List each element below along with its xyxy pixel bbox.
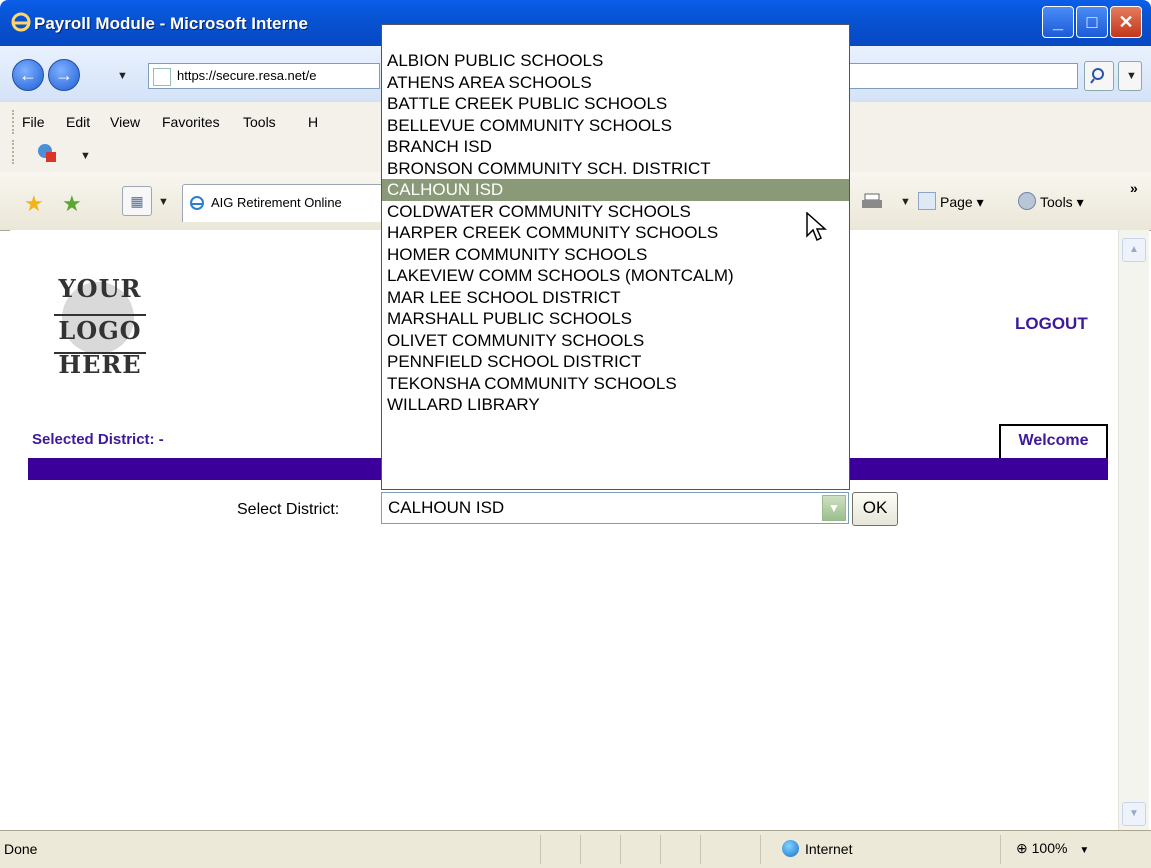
back-arrow-icon: ← — [19, 65, 37, 85]
scroll-up-icon[interactable]: ▲ — [1122, 238, 1146, 262]
add-favorite-icon[interactable]: ★ — [62, 191, 82, 217]
list-item[interactable]: ATHENS AREA SCHOOLS — [382, 72, 849, 94]
list-item[interactable]: TEKONSHA COMMUNITY SCHOOLS — [382, 373, 849, 395]
status-divider — [580, 835, 581, 864]
search-button[interactable] — [1084, 61, 1114, 91]
history-dropdown-icon[interactable]: ▼ — [117, 70, 128, 82]
menu-view[interactable]: View — [110, 114, 140, 130]
window-title: Payroll Module - Microsoft Interne — [34, 14, 308, 33]
ok-button[interactable]: OK — [852, 492, 898, 526]
minimize-button[interactable]: _ — [1042, 6, 1074, 38]
logo: YOUR LOGO HERE — [50, 270, 150, 390]
zoom-level: 100% — [1031, 840, 1068, 856]
chevron-down-icon: ▼ — [1079, 845, 1090, 856]
scroll-down-icon[interactable]: ▼ — [1122, 802, 1146, 826]
list-item[interactable]: ALBION PUBLIC SCHOOLS — [382, 50, 849, 72]
zoom-icon: ⊕ — [1016, 840, 1028, 856]
internet-explorer-icon — [11, 12, 31, 32]
security-zone[interactable]: Internet — [782, 840, 852, 857]
page-icon — [153, 68, 171, 86]
maximize-button[interactable]: □ — [1076, 6, 1108, 38]
internet-explorer-icon — [190, 196, 204, 210]
status-bar: Done Internet ⊕ 100% ▼ — [0, 830, 1151, 868]
search-icon — [1090, 68, 1104, 84]
tab-title: AIG Retirement Online — [211, 195, 342, 210]
address-url: https://secure.resa.net/e — [177, 68, 317, 83]
status-divider — [540, 835, 541, 864]
menu-file[interactable]: File — [22, 114, 45, 130]
list-item-highlighted[interactable]: CALHOUN ISD — [382, 179, 849, 201]
status-divider — [760, 835, 761, 864]
list-item[interactable]: BATTLE CREEK PUBLIC SCHOOLS — [382, 93, 849, 115]
selected-district-label: Selected District: - — [32, 431, 164, 448]
page-menu[interactable]: Page ▾ — [918, 192, 984, 211]
district-dropdown-list[interactable]: ALBION PUBLIC SCHOOLS ATHENS AREA SCHOOL… — [381, 24, 850, 490]
chevron-down-icon[interactable]: ▼ — [80, 150, 91, 162]
maximize-icon: □ — [1086, 12, 1098, 32]
list-item[interactable]: LAKEVIEW COMM SCHOOLS (MONTCALM) — [382, 265, 849, 287]
quick-tabs-button[interactable]: ▦ — [122, 186, 152, 216]
page-menu-label: Page ▾ — [940, 194, 984, 210]
print-dropdown-icon[interactable]: ▼ — [900, 196, 911, 208]
tools-menu[interactable]: Tools ▾ — [1018, 192, 1084, 211]
list-item[interactable]: BRONSON COMMUNITY SCH. DISTRICT — [382, 158, 849, 180]
search-options-button[interactable]: ▼ — [1118, 61, 1142, 91]
tab-welcome[interactable]: Welcome — [999, 424, 1108, 458]
chevron-down-icon[interactable]: ▼ — [822, 495, 846, 521]
close-button[interactable]: ✕ — [1110, 6, 1142, 38]
status-text: Done — [4, 841, 38, 857]
list-item[interactable]: PENNFIELD SCHOOL DISTRICT — [382, 351, 849, 373]
list-item[interactable]: MARSHALL PUBLIC SCHOOLS — [382, 308, 849, 330]
list-item[interactable]: MAR LEE SCHOOL DISTRICT — [382, 287, 849, 309]
print-icon[interactable] — [860, 192, 884, 212]
toolbar-grip — [12, 110, 17, 134]
select-district-label: Select District: — [237, 501, 340, 518]
forward-button[interactable]: → — [48, 59, 80, 91]
address-field-extension[interactable] — [848, 63, 1078, 89]
status-divider — [700, 835, 701, 864]
district-select-value: CALHOUN ISD — [388, 498, 505, 517]
globe-icon — [782, 840, 799, 857]
back-button[interactable]: ← — [12, 59, 44, 91]
list-item[interactable]: HARPER CREEK COMMUNITY SCHOOLS — [382, 222, 849, 244]
close-icon: ✕ — [1118, 12, 1134, 32]
list-item[interactable]: OLIVET COMMUNITY SCHOOLS — [382, 330, 849, 352]
translate-addon-icon[interactable] — [36, 142, 58, 164]
favorites-star-icon[interactable]: ★ — [24, 191, 44, 217]
menu-help[interactable]: H — [308, 114, 318, 130]
gear-icon — [1018, 192, 1036, 210]
page-icon — [918, 192, 936, 210]
logo-line-3: HERE — [58, 350, 142, 379]
list-item[interactable]: WILLARD LIBRARY — [382, 394, 849, 416]
vertical-scrollbar[interactable]: ▲ ▼ — [1118, 230, 1149, 830]
list-item[interactable]: HOMER COMMUNITY SCHOOLS — [382, 244, 849, 266]
list-item[interactable]: COLDWATER COMMUNITY SCHOOLS — [382, 201, 849, 223]
logo-line-1: YOUR — [58, 274, 142, 303]
logout-link[interactable]: LOGOUT — [1015, 314, 1088, 334]
more-commands-button[interactable]: » — [1130, 180, 1138, 196]
tools-menu-label: Tools ▾ — [1040, 194, 1084, 210]
mouse-cursor-icon — [806, 212, 827, 242]
address-field[interactable]: https://secure.resa.net/e — [148, 63, 380, 89]
toolbar-grip — [12, 140, 17, 164]
zone-label: Internet — [805, 841, 853, 857]
list-item[interactable]: BRANCH ISD — [382, 136, 849, 158]
zoom-control[interactable]: ⊕ 100% ▼ — [1016, 840, 1089, 857]
status-divider — [660, 835, 661, 864]
forward-arrow-icon: → — [55, 65, 73, 85]
menu-edit[interactable]: Edit — [66, 114, 90, 130]
menu-tools[interactable]: Tools — [243, 114, 276, 130]
list-item[interactable]: BELLEVUE COMMUNITY SCHOOLS — [382, 115, 849, 137]
menu-favorites[interactable]: Favorites — [162, 114, 220, 130]
minimize-icon: _ — [1052, 12, 1063, 32]
logo-line-2: LOGO — [58, 316, 142, 345]
status-divider — [620, 835, 621, 864]
chevron-down-icon: ▼ — [1126, 70, 1137, 82]
district-select[interactable]: CALHOUN ISD ▼ — [381, 492, 849, 524]
status-divider — [1000, 835, 1001, 864]
tab-list-dropdown-icon[interactable]: ▼ — [158, 196, 169, 208]
quick-tabs-icon: ▦ — [130, 193, 144, 209]
